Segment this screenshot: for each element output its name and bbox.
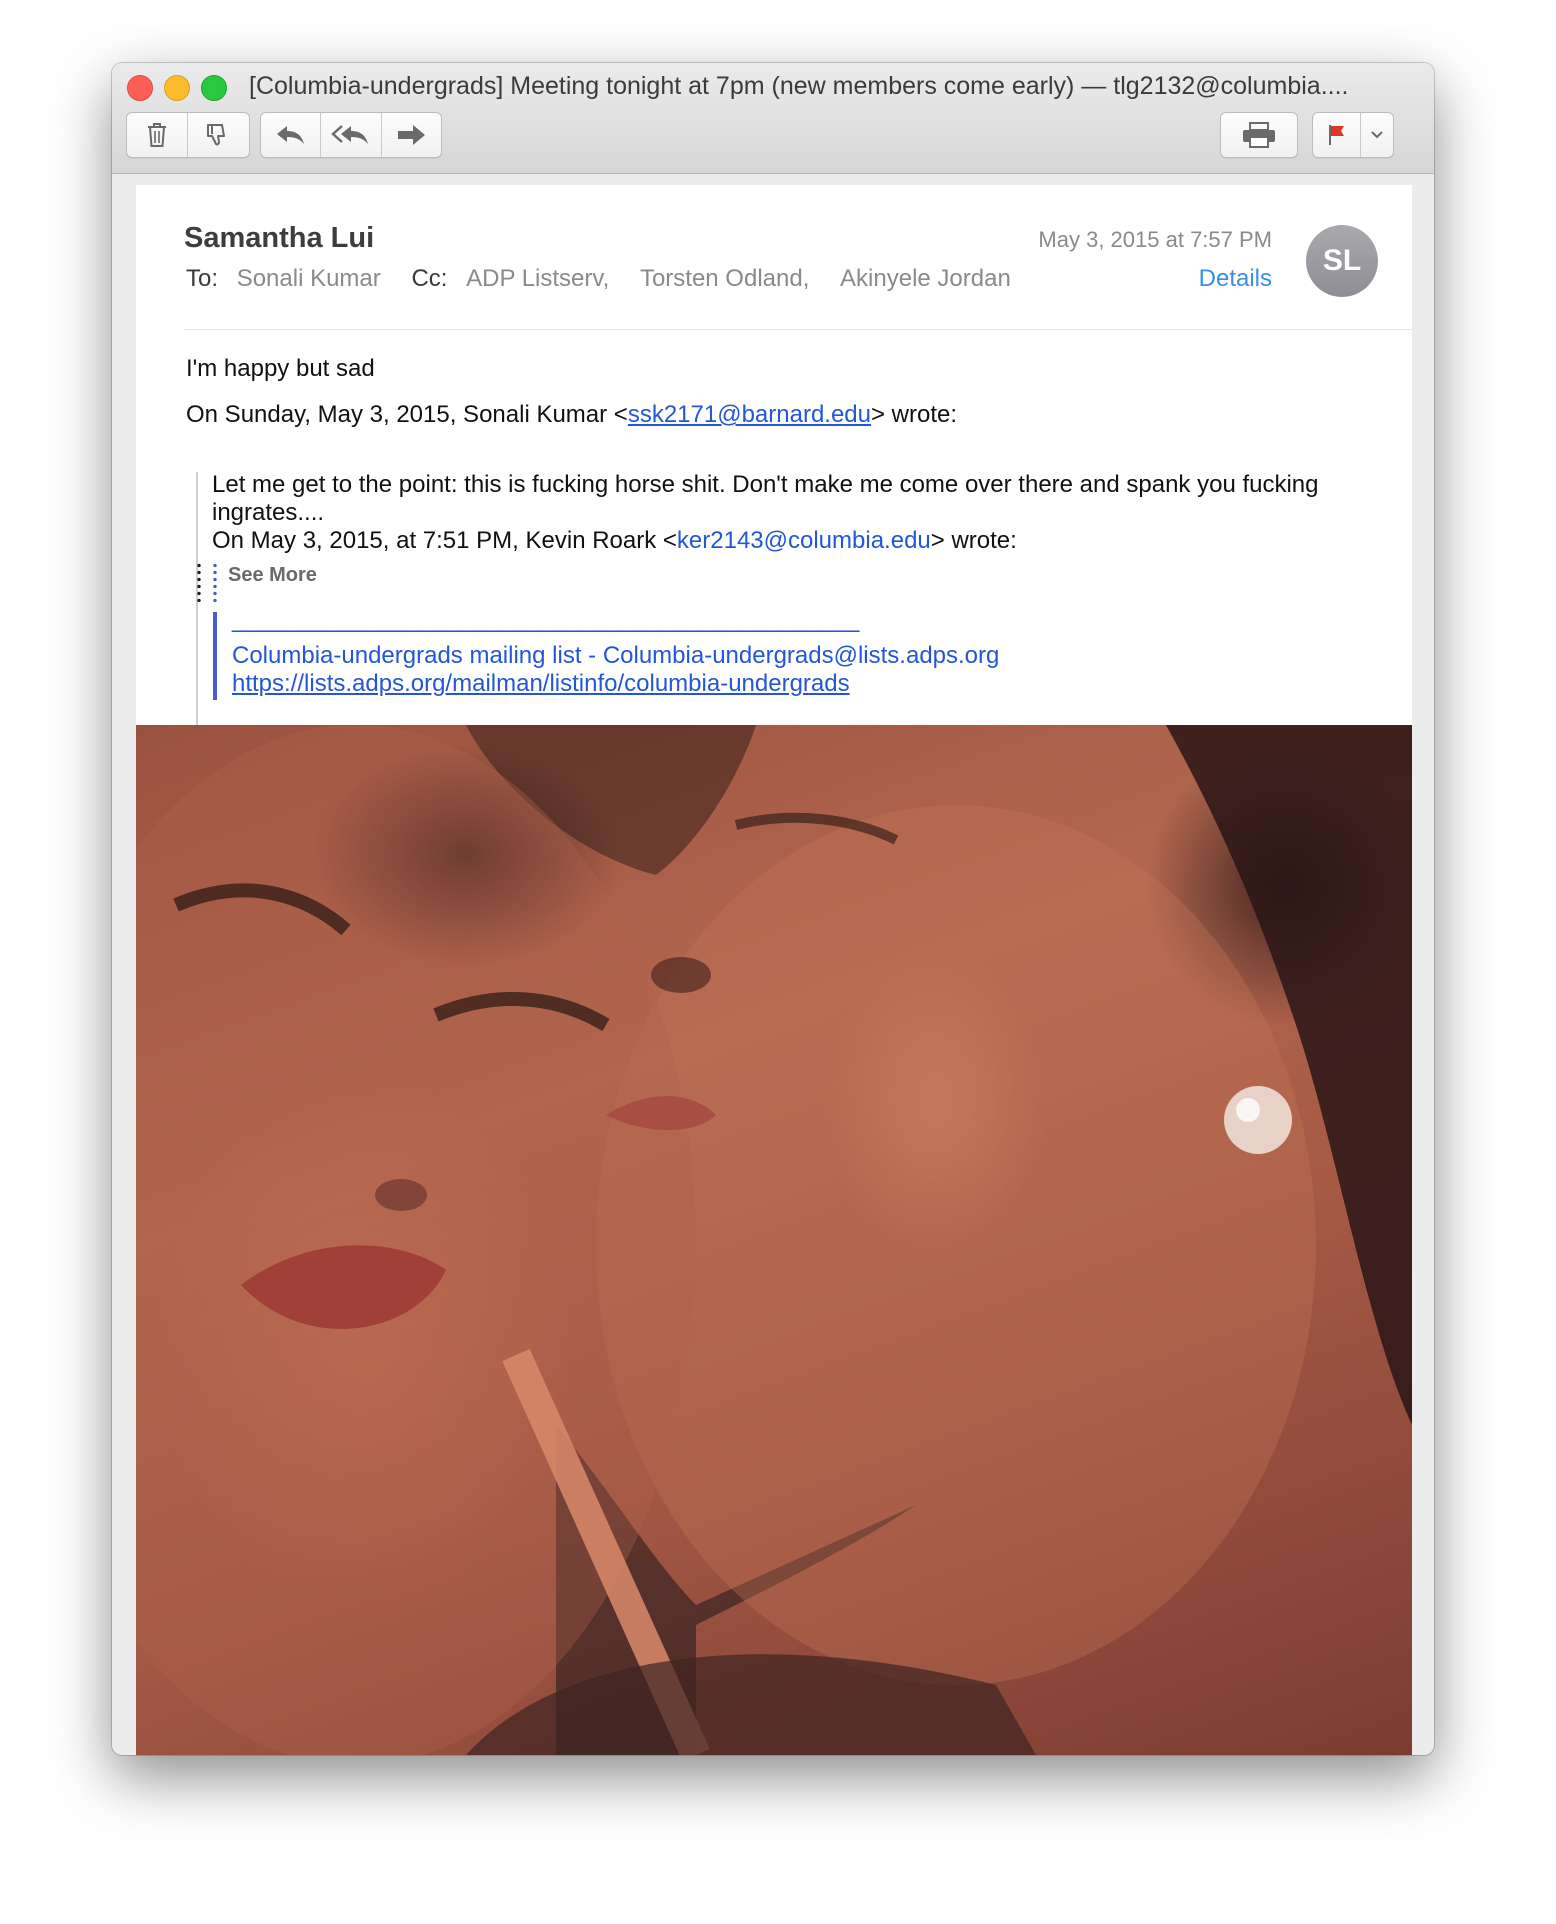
cc-label: Cc:: [411, 265, 448, 292]
close-window-button[interactable]: [127, 75, 153, 101]
delete-button[interactable]: [127, 113, 188, 157]
chevron-down-icon: [1371, 131, 1383, 139]
flag-menu-button[interactable]: [1361, 113, 1393, 157]
print-group: [1220, 112, 1298, 158]
avatar: SL: [1306, 225, 1378, 297]
reply-header-email[interactable]: ssk2171@barnard.edu: [628, 401, 871, 428]
cc-recipient[interactable]: ADP Listserv,: [466, 265, 609, 292]
junk-button[interactable]: [188, 113, 249, 157]
zoom-window-button[interactable]: [201, 75, 227, 101]
message-date: May 3, 2015 at 7:57 PM: [1038, 227, 1272, 252]
body-first-line: I'm happy but sad: [186, 355, 375, 382]
sender-name: Samantha Lui: [184, 222, 375, 254]
quote-header-suffix: > wrote:: [930, 527, 1017, 554]
reply-all-button[interactable]: [321, 113, 382, 157]
delete-junk-group: [126, 112, 250, 158]
list-separator: ________________________________________…: [232, 606, 860, 633]
trash-icon: [147, 123, 166, 147]
cc-recipient[interactable]: Akinyele Jordan: [840, 265, 1011, 292]
forward-icon: [398, 125, 426, 145]
reply-group: [260, 112, 442, 158]
flag-group: [1312, 112, 1394, 158]
quote-level-dots: [212, 562, 218, 602]
reply-button[interactable]: [261, 113, 322, 157]
minimize-window-button[interactable]: [164, 75, 190, 101]
recipients-line: To: Sonali Kumar Cc: ADP Listserv, Torst…: [186, 265, 1011, 293]
attached-photo[interactable]: [136, 725, 1412, 1755]
quote-header-prefix: On May 3, 2015, at 7:51 PM, Kevin Roark …: [212, 527, 677, 554]
title-bar: [Columbia-undergrads] Meeting tonight at…: [112, 63, 1434, 174]
reply-header-prefix: On Sunday, May 3, 2015, Sonali Kumar <: [186, 401, 628, 428]
flag-icon: [1328, 125, 1344, 145]
print-icon: [1243, 122, 1275, 148]
see-more-button[interactable]: See More: [228, 564, 317, 587]
to-label: To:: [186, 265, 219, 292]
quote-header-email[interactable]: ker2143@columbia.edu: [677, 527, 931, 554]
quote-level-dots: [196, 562, 202, 602]
reply-header-suffix: > wrote:: [871, 401, 958, 428]
mailing-list-url[interactable]: https://lists.adps.org/mailman/listinfo/…: [232, 670, 850, 698]
mailing-list-name[interactable]: Columbia-undergrads mailing list - Colum…: [232, 642, 999, 670]
reply-header: On Sunday, May 3, 2015, Sonali Kumar <ss…: [186, 400, 1386, 429]
flag-button[interactable]: [1313, 113, 1362, 157]
junk-icon: [207, 124, 226, 146]
forward-button[interactable]: [382, 113, 441, 157]
quote-text: Let me get to the point: this is fucking…: [212, 471, 1319, 526]
mail-window: [Columbia-undergrads] Meeting tonight at…: [112, 63, 1434, 1755]
photo-content: [136, 725, 1412, 1755]
quote-header: On May 3, 2015, at 7:51 PM, Kevin Roark …: [212, 527, 1352, 555]
window-title: [Columbia-undergrads] Meeting tonight at…: [249, 72, 1349, 100]
reply-icon: [276, 126, 304, 144]
print-button[interactable]: [1221, 113, 1297, 157]
cc-recipient[interactable]: Torsten Odland,: [640, 265, 809, 292]
message-view: Samantha Lui May 3, 2015 at 7:57 PM Deta…: [136, 185, 1412, 1755]
to-recipient[interactable]: Sonali Kumar: [237, 265, 381, 292]
header-divider: [184, 329, 1412, 330]
details-link[interactable]: Details: [1199, 265, 1272, 293]
nested-quote: ________________________________________…: [213, 606, 1317, 700]
reply-all-icon: [331, 125, 368, 144]
